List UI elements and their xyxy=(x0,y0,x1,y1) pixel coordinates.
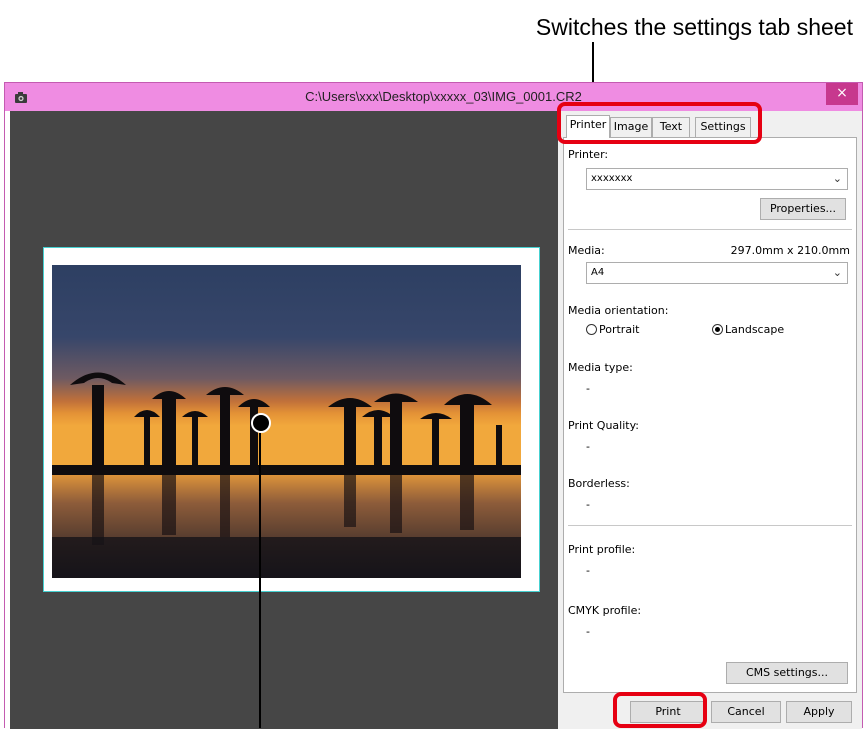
media-select[interactable]: A4 ⌄ xyxy=(586,262,848,284)
settings-panel: Printer Image Text Settings Printer: xxx… xyxy=(558,111,862,729)
borderless-value: - xyxy=(586,498,590,511)
cmyk-profile-value: - xyxy=(586,625,590,638)
properties-button[interactable]: Properties... xyxy=(760,198,846,220)
callout-tab-sheet-label: Switches the settings tab sheet xyxy=(535,14,853,40)
print-quality-value: - xyxy=(586,440,590,453)
cms-settings-button[interactable]: CMS settings... xyxy=(726,662,848,684)
print-profile-value: - xyxy=(586,564,590,577)
print-profile-label: Print profile: xyxy=(568,543,636,556)
portrait-radio[interactable] xyxy=(586,324,597,335)
divider xyxy=(568,229,852,230)
media-type-label: Media type: xyxy=(568,361,633,374)
chevron-down-icon: ⌄ xyxy=(832,266,842,279)
media-label: Media: xyxy=(568,244,605,257)
portrait-label[interactable]: Portrait xyxy=(599,323,639,336)
chevron-down-icon: ⌄ xyxy=(832,172,842,185)
close-button[interactable]: × xyxy=(826,83,858,105)
media-selected-value: A4 xyxy=(591,267,605,278)
print-button-highlight-box xyxy=(613,692,707,728)
printer-selected-value: xxxxxxx xyxy=(591,173,633,184)
print-preview-area xyxy=(10,111,558,729)
apply-button[interactable]: Apply xyxy=(786,701,852,723)
preview-marker xyxy=(251,413,271,433)
printer-label: Printer: xyxy=(568,148,609,161)
printer-select[interactable]: xxxxxxx ⌄ xyxy=(586,168,848,190)
callout-line-bottom xyxy=(259,433,261,728)
paper-preview xyxy=(43,247,540,592)
cmyk-profile-label: CMYK profile: xyxy=(568,604,642,617)
borderless-label: Borderless: xyxy=(568,477,630,490)
landscape-label[interactable]: Landscape xyxy=(725,323,784,336)
cancel-button[interactable]: Cancel xyxy=(711,701,781,723)
orientation-label: Media orientation: xyxy=(568,304,669,317)
divider xyxy=(568,525,852,526)
photo-preview-image[interactable] xyxy=(52,265,521,578)
media-type-value: - xyxy=(586,382,590,395)
landscape-radio[interactable] xyxy=(712,324,723,335)
tab-printer[interactable]: Printer xyxy=(566,115,610,138)
print-dialog-window: C:\Users\xxx\Desktop\xxxxx_03\IMG_0001.C… xyxy=(4,82,863,729)
print-quality-label: Print Quality: xyxy=(568,419,640,432)
media-size: 297.0mm x 210.0mm xyxy=(730,244,850,257)
printer-tab-page: Printer: xxxxxxx ⌄ Properties... Media: … xyxy=(563,137,857,693)
